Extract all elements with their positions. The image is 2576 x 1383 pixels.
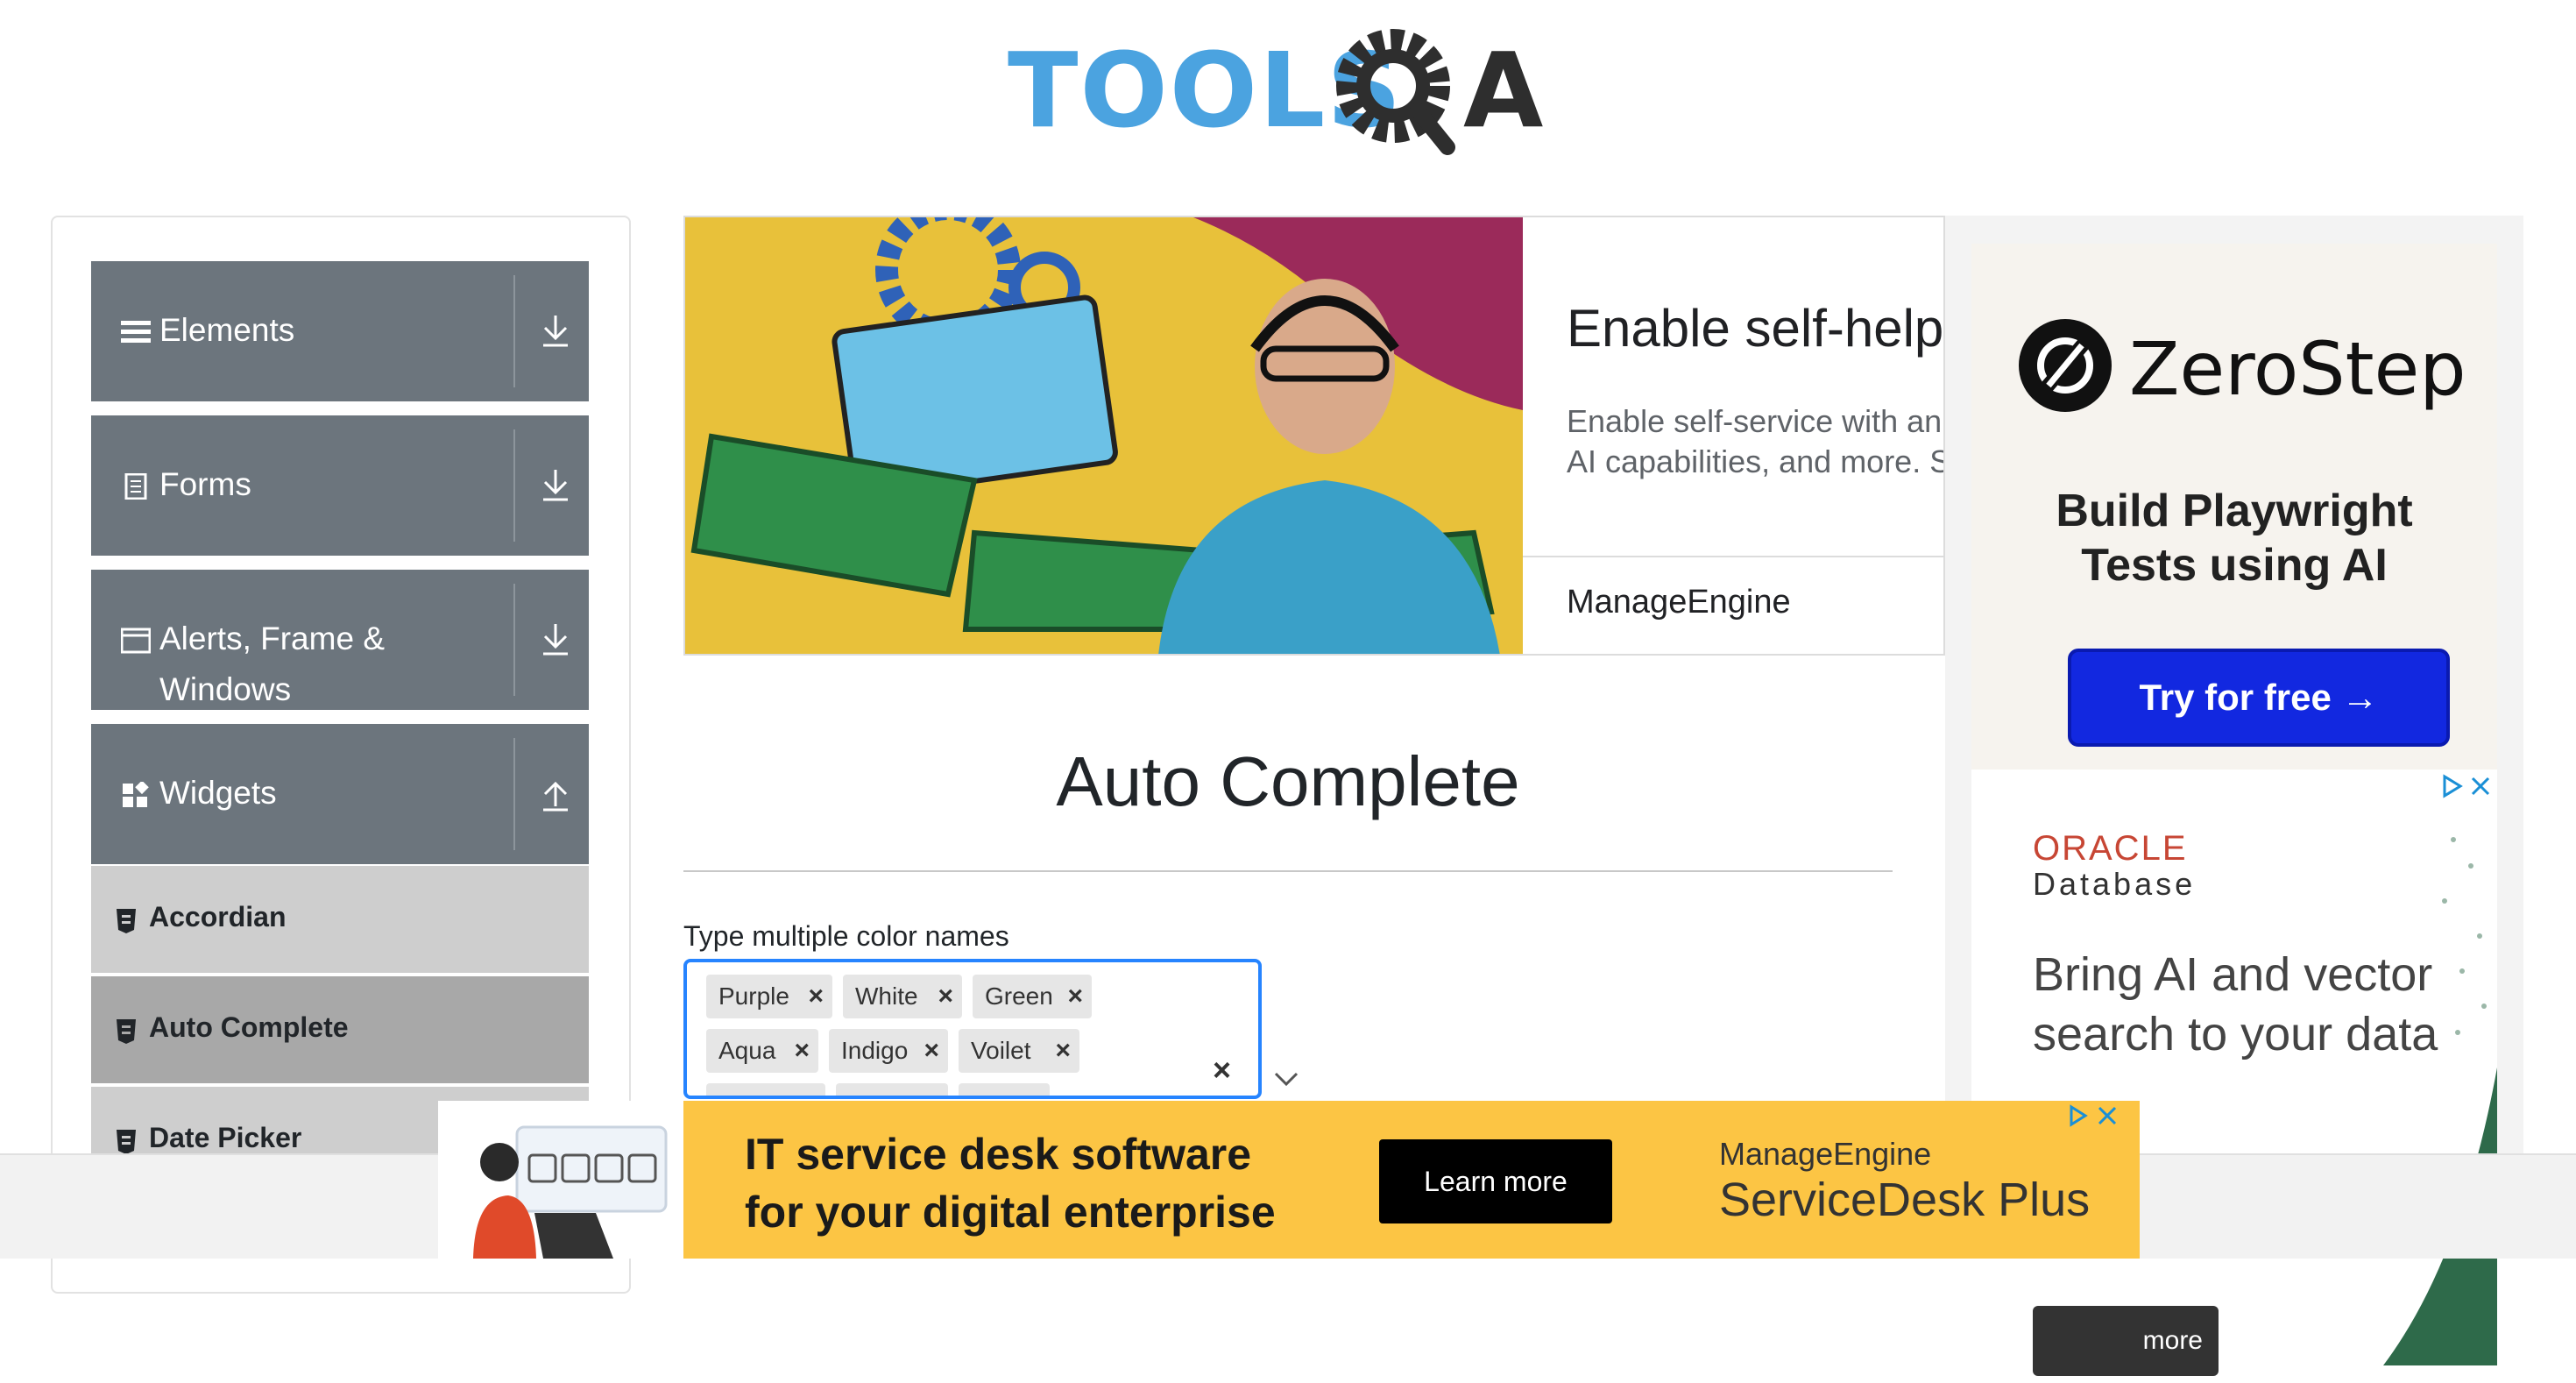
window-icon <box>121 628 151 654</box>
form-icon <box>124 473 147 500</box>
chip-remove-icon[interactable]: × <box>938 975 953 1018</box>
download-arrow-icon[interactable] <box>538 312 573 351</box>
download-arrow-icon[interactable] <box>538 621 573 659</box>
color-chip: Indigo × <box>829 1029 948 1073</box>
chip-label: Yellow <box>718 1091 789 1096</box>
sidebar-group-label: Forms <box>159 466 251 502</box>
color-chip: Black × <box>836 1083 948 1096</box>
chip-label: Purple <box>718 982 789 1010</box>
color-chip: Red × <box>959 1083 1050 1096</box>
sidebar-group-label: Alerts, Frame & <box>159 621 385 656</box>
oracle-brand: ORACLE <box>2033 829 2188 868</box>
banner-text-line: AI capabilities, and more. S <box>1567 443 1945 479</box>
oracle-decor-pattern <box>2383 837 2497 1365</box>
chip-label: Indigo <box>841 1037 909 1064</box>
chip-label: Green <box>985 982 1053 1010</box>
chip-remove-icon[interactable]: × <box>1055 1029 1071 1073</box>
chip-remove-icon[interactable]: × <box>794 1029 810 1073</box>
sidebar-group-forms[interactable]: Forms <box>91 415 589 556</box>
oracle-headline: Bring AI and vector search to your data <box>2033 948 2438 1060</box>
multi-color-autocomplete-input[interactable]: Purple × White × Green × Aqua × Indigo × Voil… <box>683 959 1262 1099</box>
color-chip: Green × <box>973 975 1092 1018</box>
try-for-free-button[interactable]: Try for free → <box>2068 649 2450 747</box>
sidebar-group-label-line2: Windows <box>159 671 292 707</box>
oracle-ad[interactable]: ORACLE Database Bring AI and vector sear… <box>1971 770 2497 1383</box>
chip-remove-icon[interactable]: × <box>801 1083 817 1096</box>
sidebar-item-label: Auto Complete <box>149 1011 349 1043</box>
group-divider <box>513 738 515 850</box>
chip-remove-icon[interactable]: × <box>808 975 824 1018</box>
logo-text-a: A <box>1463 30 1543 151</box>
tagline-line: Tests using AI <box>2081 540 2388 591</box>
group-divider <box>513 275 515 387</box>
color-field-label: Type multiple color names <box>683 920 1009 952</box>
sidebar-item-auto-complete[interactable]: Auto Complete <box>91 975 589 1083</box>
banner-divider <box>1523 556 1943 557</box>
clear-all-icon[interactable]: × <box>1213 1052 1231 1089</box>
color-chip: Aqua × <box>706 1029 818 1073</box>
chip-label: Voilet <box>971 1037 1031 1064</box>
banner-brand[interactable]: ManageEngine <box>1567 584 1791 621</box>
sidebar-group-label: Widgets <box>159 775 277 811</box>
page-title: Auto Complete <box>1056 742 1520 820</box>
html5-icon <box>117 1130 136 1154</box>
banner-title: Enable self-help <box>1567 299 1944 358</box>
adchoices-icon[interactable] <box>2066 1103 2122 1129</box>
banner-text-line: Enable self-service with an <box>1567 403 1943 439</box>
sidebar-group-elements[interactable]: Elements <box>91 261 589 401</box>
headline-line: IT service desk software <box>745 1130 1252 1179</box>
bottom-ad-headline: IT service desk software for your digita… <box>745 1125 1276 1241</box>
sidebar-group-alerts[interactable]: Alerts, Frame & Windows <box>91 570 589 710</box>
chip-remove-icon[interactable]: × <box>1025 1083 1041 1096</box>
html5-icon <box>117 1019 136 1044</box>
chip-remove-icon[interactable]: × <box>1067 975 1083 1018</box>
banner-illustration <box>685 217 1523 654</box>
sidebar-group-widgets[interactable]: Widgets <box>91 724 589 864</box>
color-chip: Purple × <box>706 975 832 1018</box>
zerostep-brand: ZeroStep <box>2129 326 2466 412</box>
chip-label: Black <box>848 1091 908 1096</box>
banner-text: Enable self-service with an AI capabilit… <box>1567 401 1945 482</box>
color-chip: White × <box>843 975 962 1018</box>
download-arrow-icon[interactable] <box>538 466 573 505</box>
chip-label: White <box>855 982 918 1010</box>
adchoices-icon[interactable] <box>2441 773 2494 799</box>
sidebar-item-accordian[interactable]: Accordian <box>91 864 589 973</box>
widgets-icon <box>123 782 149 807</box>
tagline-line: Build Playwright <box>2056 486 2413 536</box>
bottom-ad-product: ServiceDesk Plus <box>1719 1174 2091 1226</box>
sidebar-group-label: Elements <box>159 312 295 348</box>
chip-label: Red <box>971 1091 1016 1096</box>
support-agent-illustration <box>438 1101 683 1259</box>
color-chip: Yellow × <box>706 1083 825 1096</box>
zerostep-tagline: Build Playwright Tests using AI <box>2006 484 2462 592</box>
html5-icon <box>117 909 136 933</box>
sidebar-item-label: Date Picker <box>149 1122 302 1153</box>
group-divider <box>513 429 515 542</box>
upload-arrow-icon[interactable] <box>538 775 573 813</box>
chip-label: Aqua <box>718 1037 776 1064</box>
color-chip: Voilet × <box>959 1029 1079 1073</box>
group-divider <box>513 584 515 696</box>
title-divider <box>683 870 1893 872</box>
chevron-down-icon[interactable] <box>1274 1071 1299 1087</box>
menu-icon <box>121 321 151 343</box>
oracle-learn-more-button[interactable]: more <box>2033 1306 2219 1376</box>
toolsqa-logo[interactable]: TOOLS A <box>1008 25 1577 165</box>
chip-remove-icon[interactable]: × <box>924 1029 939 1073</box>
oracle-product: Database <box>2033 866 2197 902</box>
zerostep-ad[interactable]: ZeroStep Build Playwright Tests using AI… <box>1971 244 2497 770</box>
sidebar-item-label: Accordian <box>149 901 287 933</box>
bottom-ad[interactable]: IT service desk software for your digita… <box>438 1101 2140 1259</box>
chip-remove-icon[interactable]: × <box>924 1083 939 1096</box>
banner-ad[interactable]: Enable self-help Enable self-service wit… <box>683 216 1945 656</box>
headline-line: for your digital enterprise <box>745 1188 1276 1237</box>
bottom-ad-brand: ManageEngine <box>1719 1136 1932 1172</box>
zerostep-logo-icon <box>2019 319 2112 412</box>
learn-more-button[interactable]: Learn more <box>1379 1139 1612 1223</box>
